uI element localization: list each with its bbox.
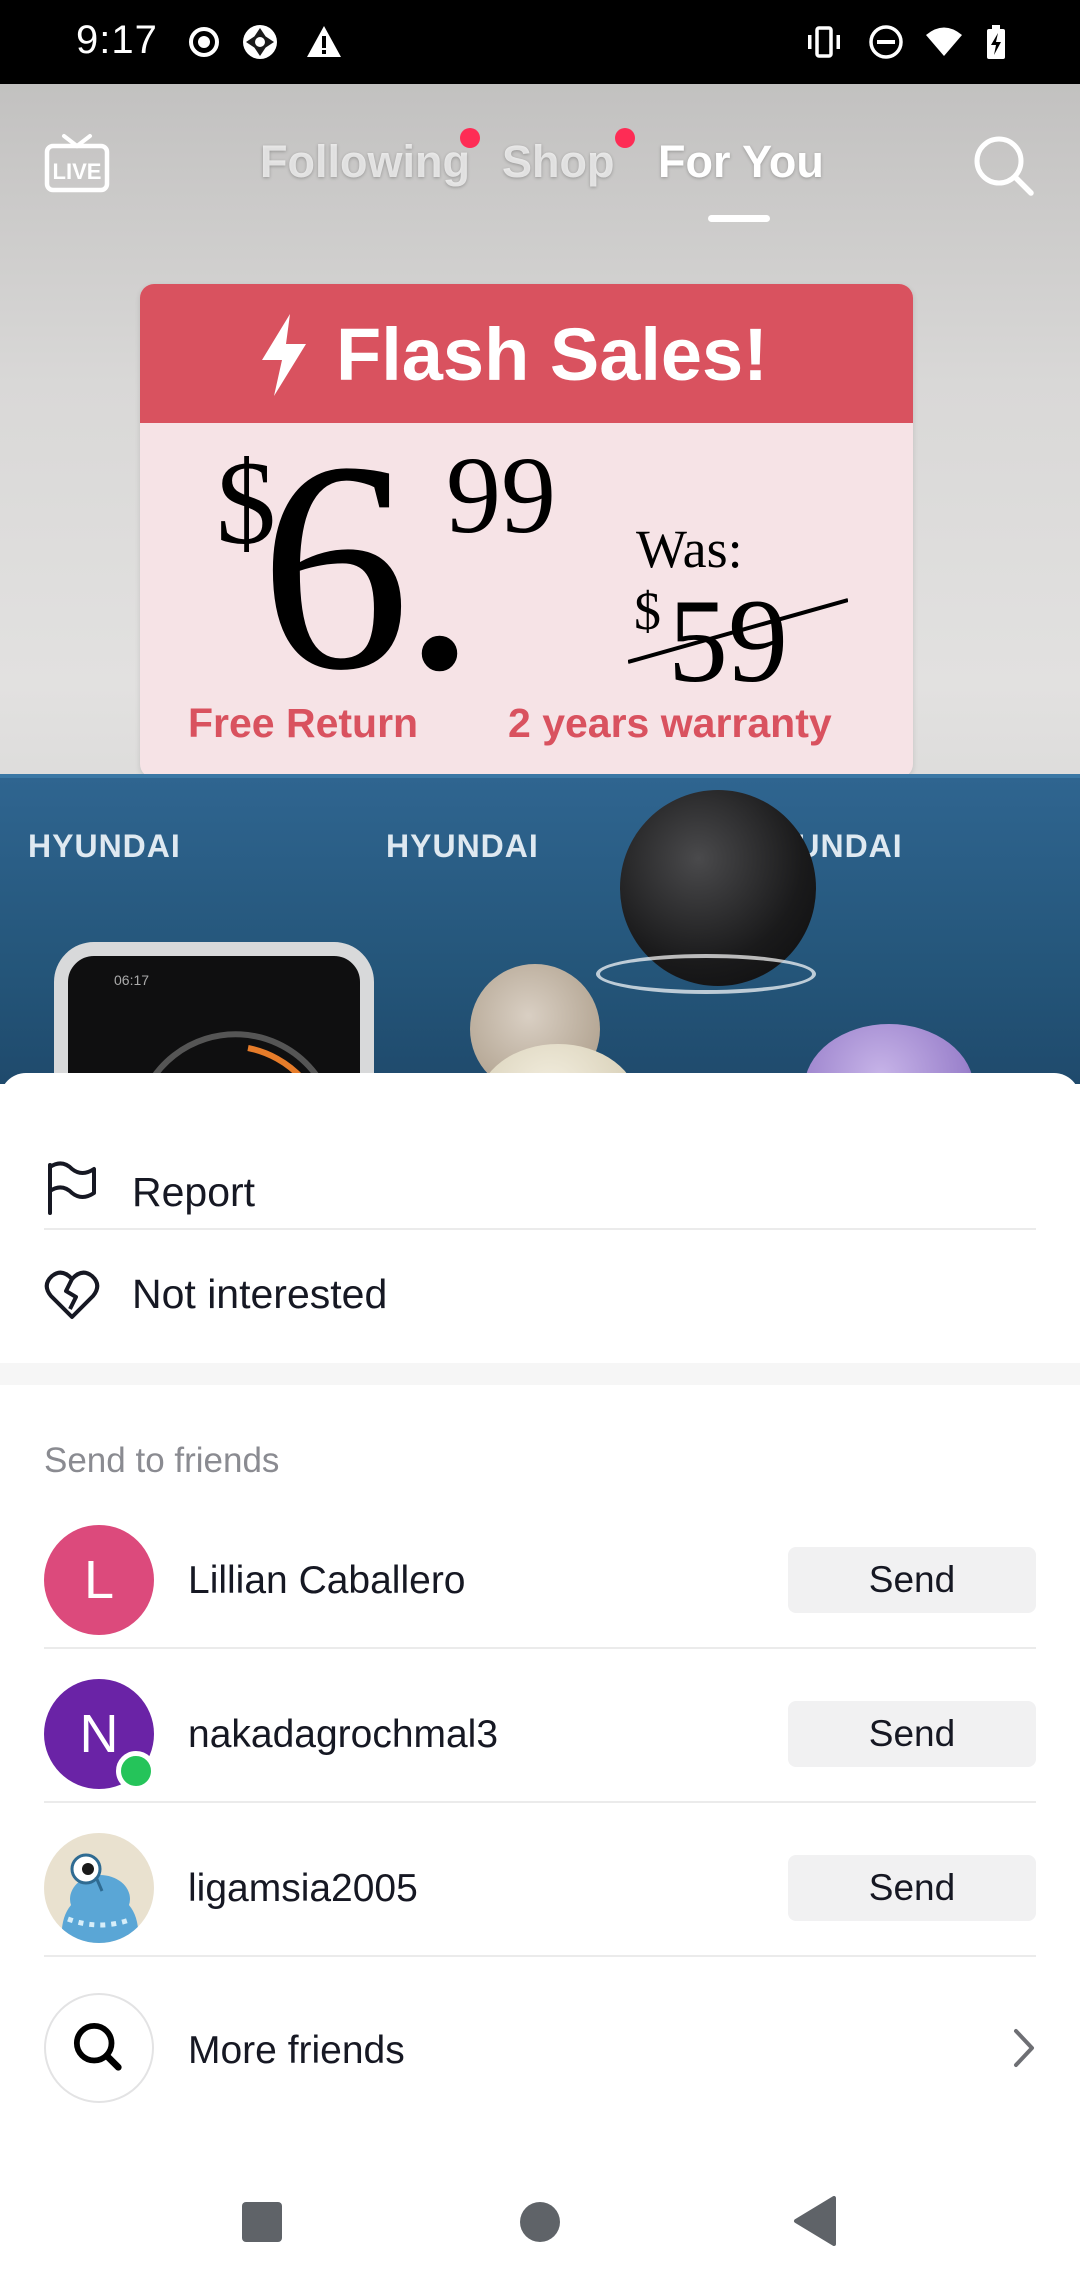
following-notification-dot bbox=[460, 128, 480, 148]
free-return-text: Free Return bbox=[188, 700, 419, 746]
warranty-text: 2 years warranty bbox=[508, 700, 832, 746]
top-nav: LIVE Following Shop For You bbox=[0, 84, 1080, 244]
section-separator bbox=[0, 1363, 1080, 1385]
more-friends-row[interactable]: More friends bbox=[0, 1979, 1080, 2129]
send-button[interactable]: Send bbox=[788, 1855, 1036, 1921]
vibrate-icon bbox=[808, 26, 840, 58]
battery-charging-icon bbox=[987, 25, 1005, 59]
avatar bbox=[44, 1833, 154, 1943]
wifi-icon bbox=[926, 27, 962, 56]
video-player[interactable]: Flash Sales! $ 6. 99 Was: $ 59 Free Retu… bbox=[0, 84, 1080, 1084]
sign-title: Flash Sales! bbox=[336, 313, 768, 396]
send-to-friends-title: Send to friends bbox=[44, 1441, 280, 1480]
price-cents: 99 bbox=[446, 434, 556, 556]
status-time: 9:17 bbox=[76, 18, 158, 62]
cartoon-creature-avatar-icon bbox=[61, 1853, 139, 1943]
chevron-right-icon bbox=[1014, 2029, 1034, 2067]
watch-arc bbox=[145, 1031, 326, 1084]
live-tv-icon[interactable]: LIVE bbox=[44, 130, 110, 194]
flag-icon bbox=[48, 1161, 96, 1215]
live-label: LIVE bbox=[53, 159, 102, 184]
do-not-disturb-icon bbox=[869, 25, 903, 59]
friend-row[interactable]: L Lillian Caballero Send bbox=[0, 1507, 1080, 1661]
share-bottom-sheet: Report Not interested Send to friends L … bbox=[0, 1073, 1080, 2280]
tab-shop[interactable]: Shop bbox=[502, 136, 614, 188]
lightning-bolt-icon bbox=[262, 314, 306, 396]
price-main: 6. bbox=[260, 400, 477, 732]
system-nav-bar bbox=[0, 2160, 1080, 2280]
friend-name: ligamsia2005 bbox=[188, 1867, 418, 1910]
friend-row[interactable]: ligamsia2005 Send bbox=[0, 1815, 1080, 1969]
back-triangle-icon[interactable] bbox=[792, 2196, 838, 2246]
box-brand: HYUNDAI bbox=[386, 828, 539, 864]
record-icon bbox=[189, 27, 219, 57]
search-icon[interactable] bbox=[970, 132, 1036, 198]
recents-square-icon[interactable] bbox=[240, 2200, 284, 2244]
friend-name: Lillian Caballero bbox=[188, 1559, 466, 1602]
active-tab-indicator bbox=[708, 215, 770, 222]
tab-following[interactable]: Following bbox=[260, 136, 470, 188]
avatar: L bbox=[44, 1525, 154, 1635]
divider bbox=[44, 1801, 1036, 1803]
friend-name: nakadagrochmal3 bbox=[188, 1713, 499, 1756]
strikethrough-line bbox=[628, 598, 848, 664]
more-friends-label: More friends bbox=[188, 2029, 405, 2072]
broken-heart-icon bbox=[44, 1270, 100, 1319]
status-bar: 9:17 bbox=[0, 0, 1080, 84]
was-label: Was: bbox=[636, 519, 743, 579]
friend-row[interactable]: N nakadagrochmal3 Send bbox=[0, 1661, 1080, 1815]
send-button[interactable]: Send bbox=[788, 1547, 1036, 1613]
more-friends-circle bbox=[44, 1993, 154, 2103]
sign-header: Flash Sales! bbox=[140, 284, 913, 423]
report-label: Report bbox=[132, 1169, 256, 1215]
smartwatch-image: 06:17 bbox=[54, 942, 374, 1084]
home-circle-icon[interactable] bbox=[518, 2200, 562, 2244]
camera-shutter-icon bbox=[243, 25, 277, 59]
not-interested-label: Not interested bbox=[132, 1271, 388, 1317]
send-button[interactable]: Send bbox=[788, 1701, 1036, 1767]
not-interested-row[interactable]: Not interested bbox=[0, 1229, 1080, 1363]
earbud-stand bbox=[596, 954, 816, 994]
divider bbox=[44, 1955, 1036, 1957]
tab-for-you[interactable]: For You bbox=[658, 136, 824, 188]
shop-notification-dot bbox=[615, 128, 635, 148]
divider bbox=[44, 1647, 1036, 1649]
box-brand: HYUNDAI bbox=[28, 828, 181, 864]
flash-sale-sign: Flash Sales! $ 6. 99 Was: $ 59 Free Retu… bbox=[140, 284, 913, 778]
warning-icon bbox=[307, 26, 341, 57]
search-icon bbox=[73, 2022, 122, 2071]
online-status-dot bbox=[116, 1751, 156, 1791]
